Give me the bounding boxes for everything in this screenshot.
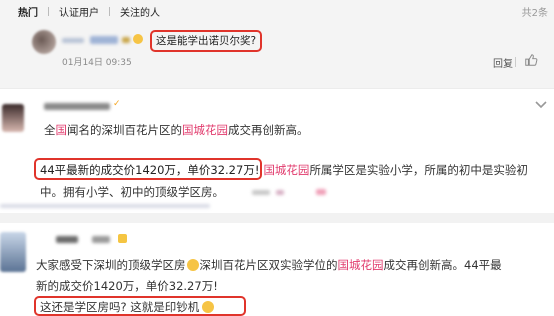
- post2-line3: 这还是学区房吗? 这就是印钞机: [40, 299, 215, 315]
- verified-badge-icon: ✓: [113, 99, 121, 109]
- post1-line2: 44平最新的成交价1420万，单价32.27万! 国城花园所属学区是实验小学，所属…: [40, 162, 528, 178]
- text-segment: 这还是学区房吗? 这就是印钞机: [40, 300, 200, 314]
- price-text: 44平最新的成交价1420万，单价32.27万!: [40, 163, 260, 177]
- post1-author-blurred[interactable]: [44, 103, 110, 110]
- post1-line1: 全国闻名的深圳百花片区的国城花园成交再创新高。: [44, 122, 309, 138]
- tab-verified-users[interactable]: 认证用户: [59, 4, 99, 19]
- topic-link[interactable]: 国城花园: [182, 123, 228, 137]
- topic-link[interactable]: 国城花园: [263, 163, 309, 177]
- reply-button[interactable]: 回复: [493, 55, 513, 70]
- divider: [0, 88, 554, 89]
- post2-author-blurred[interactable]: [92, 236, 110, 243]
- commenter-badge-blurred: [122, 37, 130, 43]
- post2-avatar[interactable]: [0, 232, 26, 272]
- commenter-emoji: [133, 34, 143, 44]
- comment-date: 01月14日 09:35: [62, 58, 132, 68]
- text-segment: 大家感受下深圳的顶级学区房: [36, 258, 186, 272]
- post2-line1: 大家感受下深圳的顶级学区房 深圳百花片区双实验学位的国城花园成交再创新高。44平最: [36, 257, 502, 273]
- text-segment: 全: [44, 123, 56, 137]
- tab-divider: [48, 7, 49, 16]
- commenter-name-blurred[interactable]: [90, 36, 118, 44]
- topic-link[interactable]: 国城花园: [338, 258, 384, 272]
- comment-panel: 热门 认证用户 关注的人 共2条 这是能学出诺贝尔奖? 01月14日 09:35…: [0, 0, 554, 88]
- post1-line3: 中。拥有小学、初中的顶级学区房。: [40, 184, 224, 200]
- text-segment: 新的成交价1420万，单价32.27万!: [36, 279, 218, 293]
- smirk-emoji: [202, 301, 215, 313]
- text-segment: 成交再创新高。44平最: [383, 258, 502, 272]
- like-icon[interactable]: [524, 53, 538, 67]
- text-segment: 国: [55, 123, 68, 137]
- text-segment: 中。拥有小学、初中的顶级学区房。: [40, 185, 224, 199]
- post2-badge: [118, 234, 127, 243]
- divider: [0, 213, 554, 223]
- tab-divider: [109, 7, 110, 16]
- tab-following[interactable]: 关注的人: [120, 4, 160, 19]
- post2-line2: 新的成交价1420万，单价32.27万!: [36, 278, 218, 294]
- text-segment: 闻名的深圳百花片区的: [67, 123, 182, 137]
- post2-author-blurred[interactable]: [56, 236, 78, 243]
- blurred-content: [276, 190, 284, 195]
- laugh-cry-emoji: [186, 259, 199, 271]
- comment-count: 共2条: [521, 8, 548, 19]
- text-segment: 深圳百花片区双实验学位的: [199, 258, 338, 272]
- commenter-name-blurred[interactable]: [62, 38, 84, 43]
- comment-text: 这是能学出诺贝尔奖?: [150, 30, 262, 52]
- blurred-content: [0, 204, 210, 208]
- text-segment: 所属学区是实验小学，所属的初中是实验初: [309, 163, 528, 177]
- blurred-content: [316, 189, 326, 195]
- post1-avatar[interactable]: [2, 104, 24, 132]
- chevron-down-icon[interactable]: [534, 100, 548, 110]
- blurred-content: [252, 190, 270, 195]
- text-segment: 成交再创新高。: [228, 123, 309, 137]
- tab-hot[interactable]: 热门: [18, 4, 38, 19]
- commenter-avatar[interactable]: [32, 30, 56, 54]
- comment-tabs: 热门 认证用户 关注的人: [18, 4, 160, 19]
- reply-divider: [515, 57, 516, 67]
